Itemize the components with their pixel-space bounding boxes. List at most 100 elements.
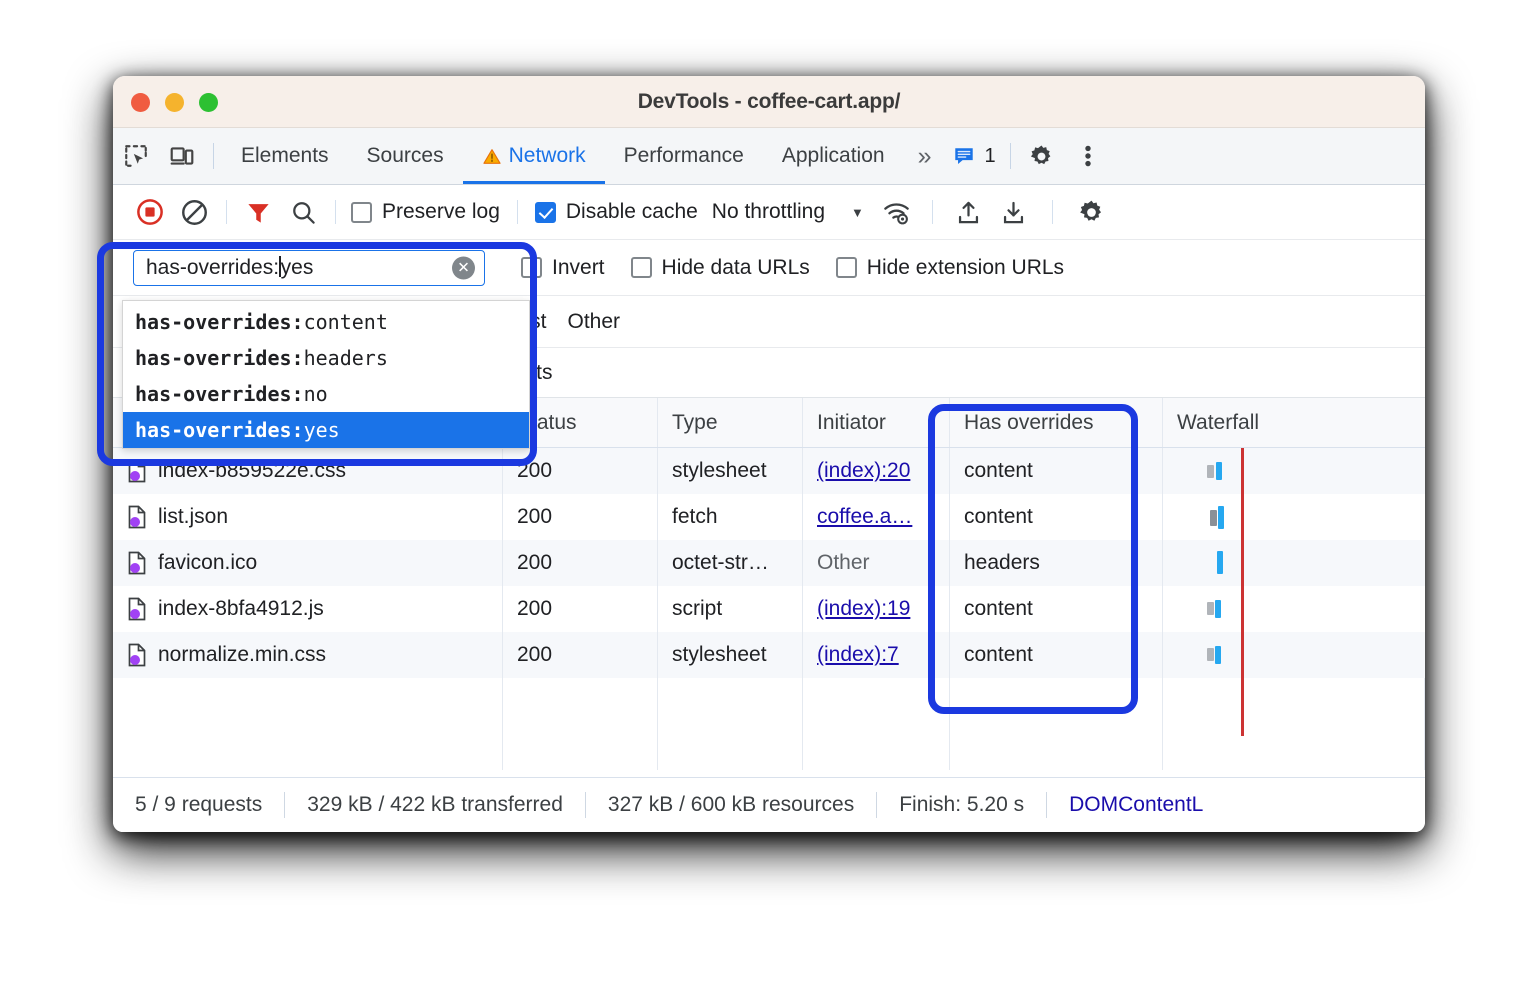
table-empty-area [113,678,1425,724]
inspect-element-icon[interactable] [113,128,159,184]
tab-performance[interactable]: Performance [605,128,763,184]
autocomplete-option[interactable]: has-overrides:no [123,376,529,412]
checkbox-box [836,257,857,278]
tab-sources[interactable]: Sources [348,128,463,184]
request-name: favicon.ico [158,551,257,575]
download-har-icon[interactable] [991,191,1036,233]
filter-input-value: has-overrides:yes [146,256,313,280]
autocomplete-option[interactable]: has-overrides:content [123,304,529,340]
tab-label: Application [782,144,885,168]
file-icon [127,551,147,575]
table-row[interactable]: favicon.ico 200 octet-str… Other headers [113,540,1425,586]
empty-cell [1163,724,1425,770]
invert-label: Invert [552,256,605,280]
empty-cell [950,724,1163,770]
invert-checkbox[interactable]: Invert [521,256,605,280]
cell-name: favicon.ico [113,540,503,586]
empty-cell [803,678,950,724]
disable-cache-checkbox[interactable]: Disable cache [535,200,698,224]
filter-autocomplete-popup: has-overrides:content has-overrides:head… [122,300,530,449]
toolbar-divider-4 [932,200,933,224]
initiator-text: Other [817,551,870,575]
cell-status: 200 [503,632,658,678]
waterfall-timeline-marker [1241,448,1244,736]
cell-initiator: coffee.a… [803,494,950,540]
initiator-link[interactable]: (index):19 [817,597,910,621]
type-filter-other[interactable]: Other [568,310,621,334]
initiator-link[interactable]: (index):7 [817,643,899,667]
requests-count: 5 / 9 requests [135,793,262,817]
hide-data-urls-checkbox[interactable]: Hide data URLs [631,256,810,280]
clear-input-icon[interactable]: ✕ [452,256,475,279]
cell-has-overrides: content [950,586,1163,632]
issues-counter[interactable]: 1 [942,145,1001,168]
cell-initiator: (index):7 [803,632,950,678]
tab-application[interactable]: Application [763,128,904,184]
preserve-log-checkbox[interactable]: Preserve log [351,200,500,224]
hide-data-urls-label: Hide data URLs [662,256,810,280]
cell-waterfall [1163,494,1425,540]
cell-type: stylesheet [658,632,803,678]
record-stop-icon[interactable] [127,191,172,233]
preserve-log-label: Preserve log [382,200,500,224]
column-header-has-overrides[interactable]: Has overrides [950,398,1163,447]
initiator-link[interactable]: (index):20 [817,459,910,483]
filter-input[interactable]: has-overrides:yes ✕ [133,250,485,286]
hide-extension-urls-checkbox[interactable]: Hide extension URLs [836,256,1064,280]
cell-has-overrides: content [950,494,1163,540]
table-row[interactable]: index-8bfa4912.js 200 script (index):19 … [113,586,1425,632]
toolbar-divider-2 [335,200,336,224]
cell-waterfall [1163,448,1425,494]
tabbar-divider [213,143,214,169]
empty-cell [503,724,658,770]
cell-waterfall [1163,540,1425,586]
column-header-type[interactable]: Type [658,398,803,447]
filter-icon[interactable] [236,191,281,233]
requests-table: Name Status Type Initiator Has overrides… [113,398,1425,770]
hide-extension-urls-label: Hide extension URLs [867,256,1064,280]
search-icon[interactable] [281,191,326,233]
tab-elements[interactable]: Elements [222,128,348,184]
kebab-menu-icon[interactable] [1065,128,1111,184]
devtools-window: DevTools - coffee-cart.app/ Elements Sou… [113,76,1425,832]
table-row[interactable]: normalize.min.css 200 stylesheet (index)… [113,632,1425,678]
cell-has-overrides: content [950,448,1163,494]
table-row[interactable]: list.json 200 fetch coffee.a… content [113,494,1425,540]
gear-icon[interactable] [1069,191,1114,233]
more-tabs-icon[interactable]: » [904,142,943,171]
filter-row: has-overrides:yes ✕ Invert Hide data URL… [113,240,1425,296]
toolbar-divider-3 [517,200,518,224]
window-title: DevTools - coffee-cart.app/ [113,90,1425,114]
checkbox-box [535,202,556,223]
wifi-settings-icon[interactable] [874,191,919,233]
cell-initiator: (index):20 [803,448,950,494]
file-icon [127,597,147,621]
column-header-initiator[interactable]: Initiator [803,398,950,447]
file-icon [127,459,147,483]
upload-har-icon[interactable] [946,191,991,233]
status-divider [876,792,877,818]
tabbar-divider-2 [1010,143,1011,169]
request-name: index-8bfa4912.js [158,597,324,621]
empty-cell [1163,678,1425,724]
tab-network[interactable]: Network [463,128,605,184]
column-header-waterfall[interactable]: Waterfall [1163,398,1425,447]
network-status-bar: 5 / 9 requests 329 kB / 422 kB transferr… [113,777,1425,832]
cell-status: 200 [503,494,658,540]
initiator-link[interactable]: coffee.a… [817,505,912,529]
domcontentloaded-time: DOMContentL [1069,793,1203,817]
table-body: index-b859522e.css 200 stylesheet (index… [113,448,1425,770]
cell-waterfall [1163,586,1425,632]
autocomplete-option-selected[interactable]: has-overrides:yes [123,412,529,448]
finish-time: Finish: 5.20 s [899,793,1024,817]
cell-name: normalize.min.css [113,632,503,678]
table-row[interactable]: index-b859522e.css 200 stylesheet (index… [113,448,1425,494]
throttling-dropdown[interactable]: No throttling ▼ [712,200,864,224]
clear-icon[interactable] [172,191,217,233]
empty-cell [503,678,658,724]
empty-cell [113,724,503,770]
gear-icon[interactable] [1019,128,1065,184]
autocomplete-option[interactable]: has-overrides:headers [123,340,529,376]
device-toolbar-icon[interactable] [159,128,205,184]
file-icon [127,505,147,529]
